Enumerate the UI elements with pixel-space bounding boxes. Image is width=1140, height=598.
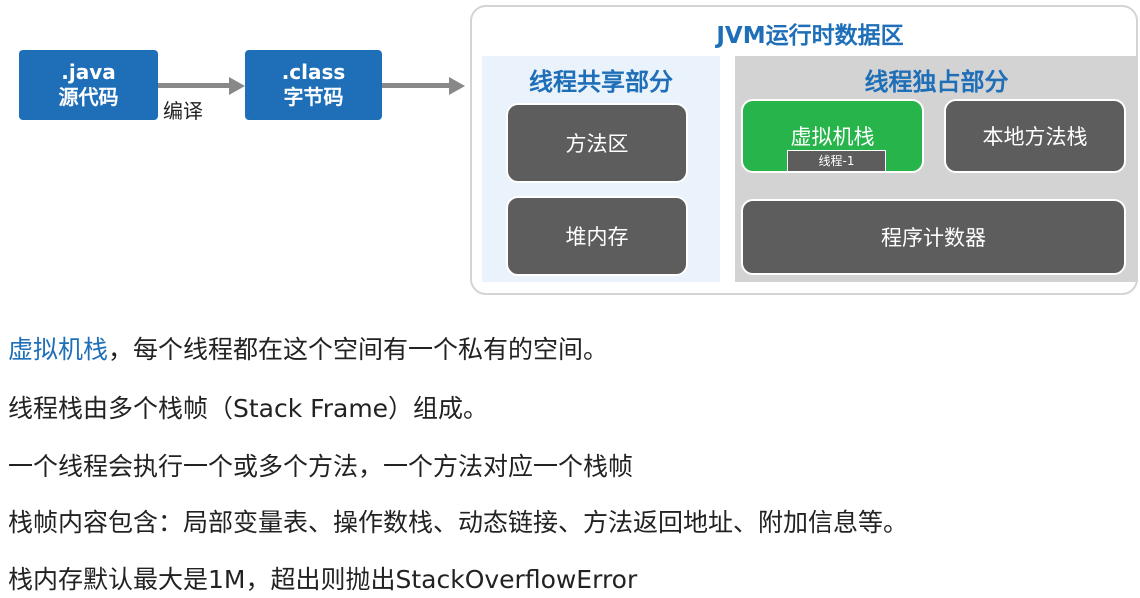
load-arrow-line: [382, 83, 452, 88]
class-bytecode-ext: .class: [281, 60, 346, 84]
compile-label: 编译: [163, 99, 203, 123]
native-stack-box: 本地方法栈: [944, 99, 1126, 173]
private-panel-title: 线程独占部分: [864, 68, 1009, 96]
jvm-title: JVM运行时数据区: [716, 23, 904, 49]
vm-stack-highlight: 虚拟机栈: [8, 335, 109, 364]
java-source-ext: .java: [61, 60, 116, 84]
thread-badge: 线程-1: [787, 150, 886, 172]
shared-panel-title: 线程共享部分: [529, 68, 673, 96]
note-line-1: 虚拟机栈，每个线程都在这个空间有一个私有的空间。: [8, 330, 608, 366]
vm-stack-label: 虚拟机栈: [790, 125, 875, 149]
note-line-3: 一个线程会执行一个或多个方法，一个方法对应一个栈帧: [8, 452, 634, 481]
pc-register-box: 程序计数器: [741, 199, 1126, 275]
note-line-5: 栈内存默认最大是1M，超出则抛出StackOverflowError: [8, 565, 638, 594]
heap-box: 堆内存: [506, 196, 688, 276]
note-line-2: 线程栈由多个栈帧（Stack Frame）组成。: [8, 394, 489, 423]
compile-arrow-head: [229, 77, 245, 95]
class-bytecode-label: 字节码: [283, 85, 344, 109]
note-line-1-text: ，每个线程都在这个空间有一个私有的空间。: [108, 335, 609, 364]
note-line-4: 栈帧内容包含：局部变量表、操作数栈、动态链接、方法返回地址、附加信息等。: [8, 508, 909, 537]
method-area-box: 方法区: [506, 103, 688, 183]
load-arrow-head: [449, 77, 465, 95]
java-source-box: .java 源代码: [19, 50, 158, 120]
java-source-label: 源代码: [58, 85, 119, 109]
compile-arrow-line: [158, 83, 232, 88]
class-bytecode-box: .class 字节码: [245, 50, 382, 120]
